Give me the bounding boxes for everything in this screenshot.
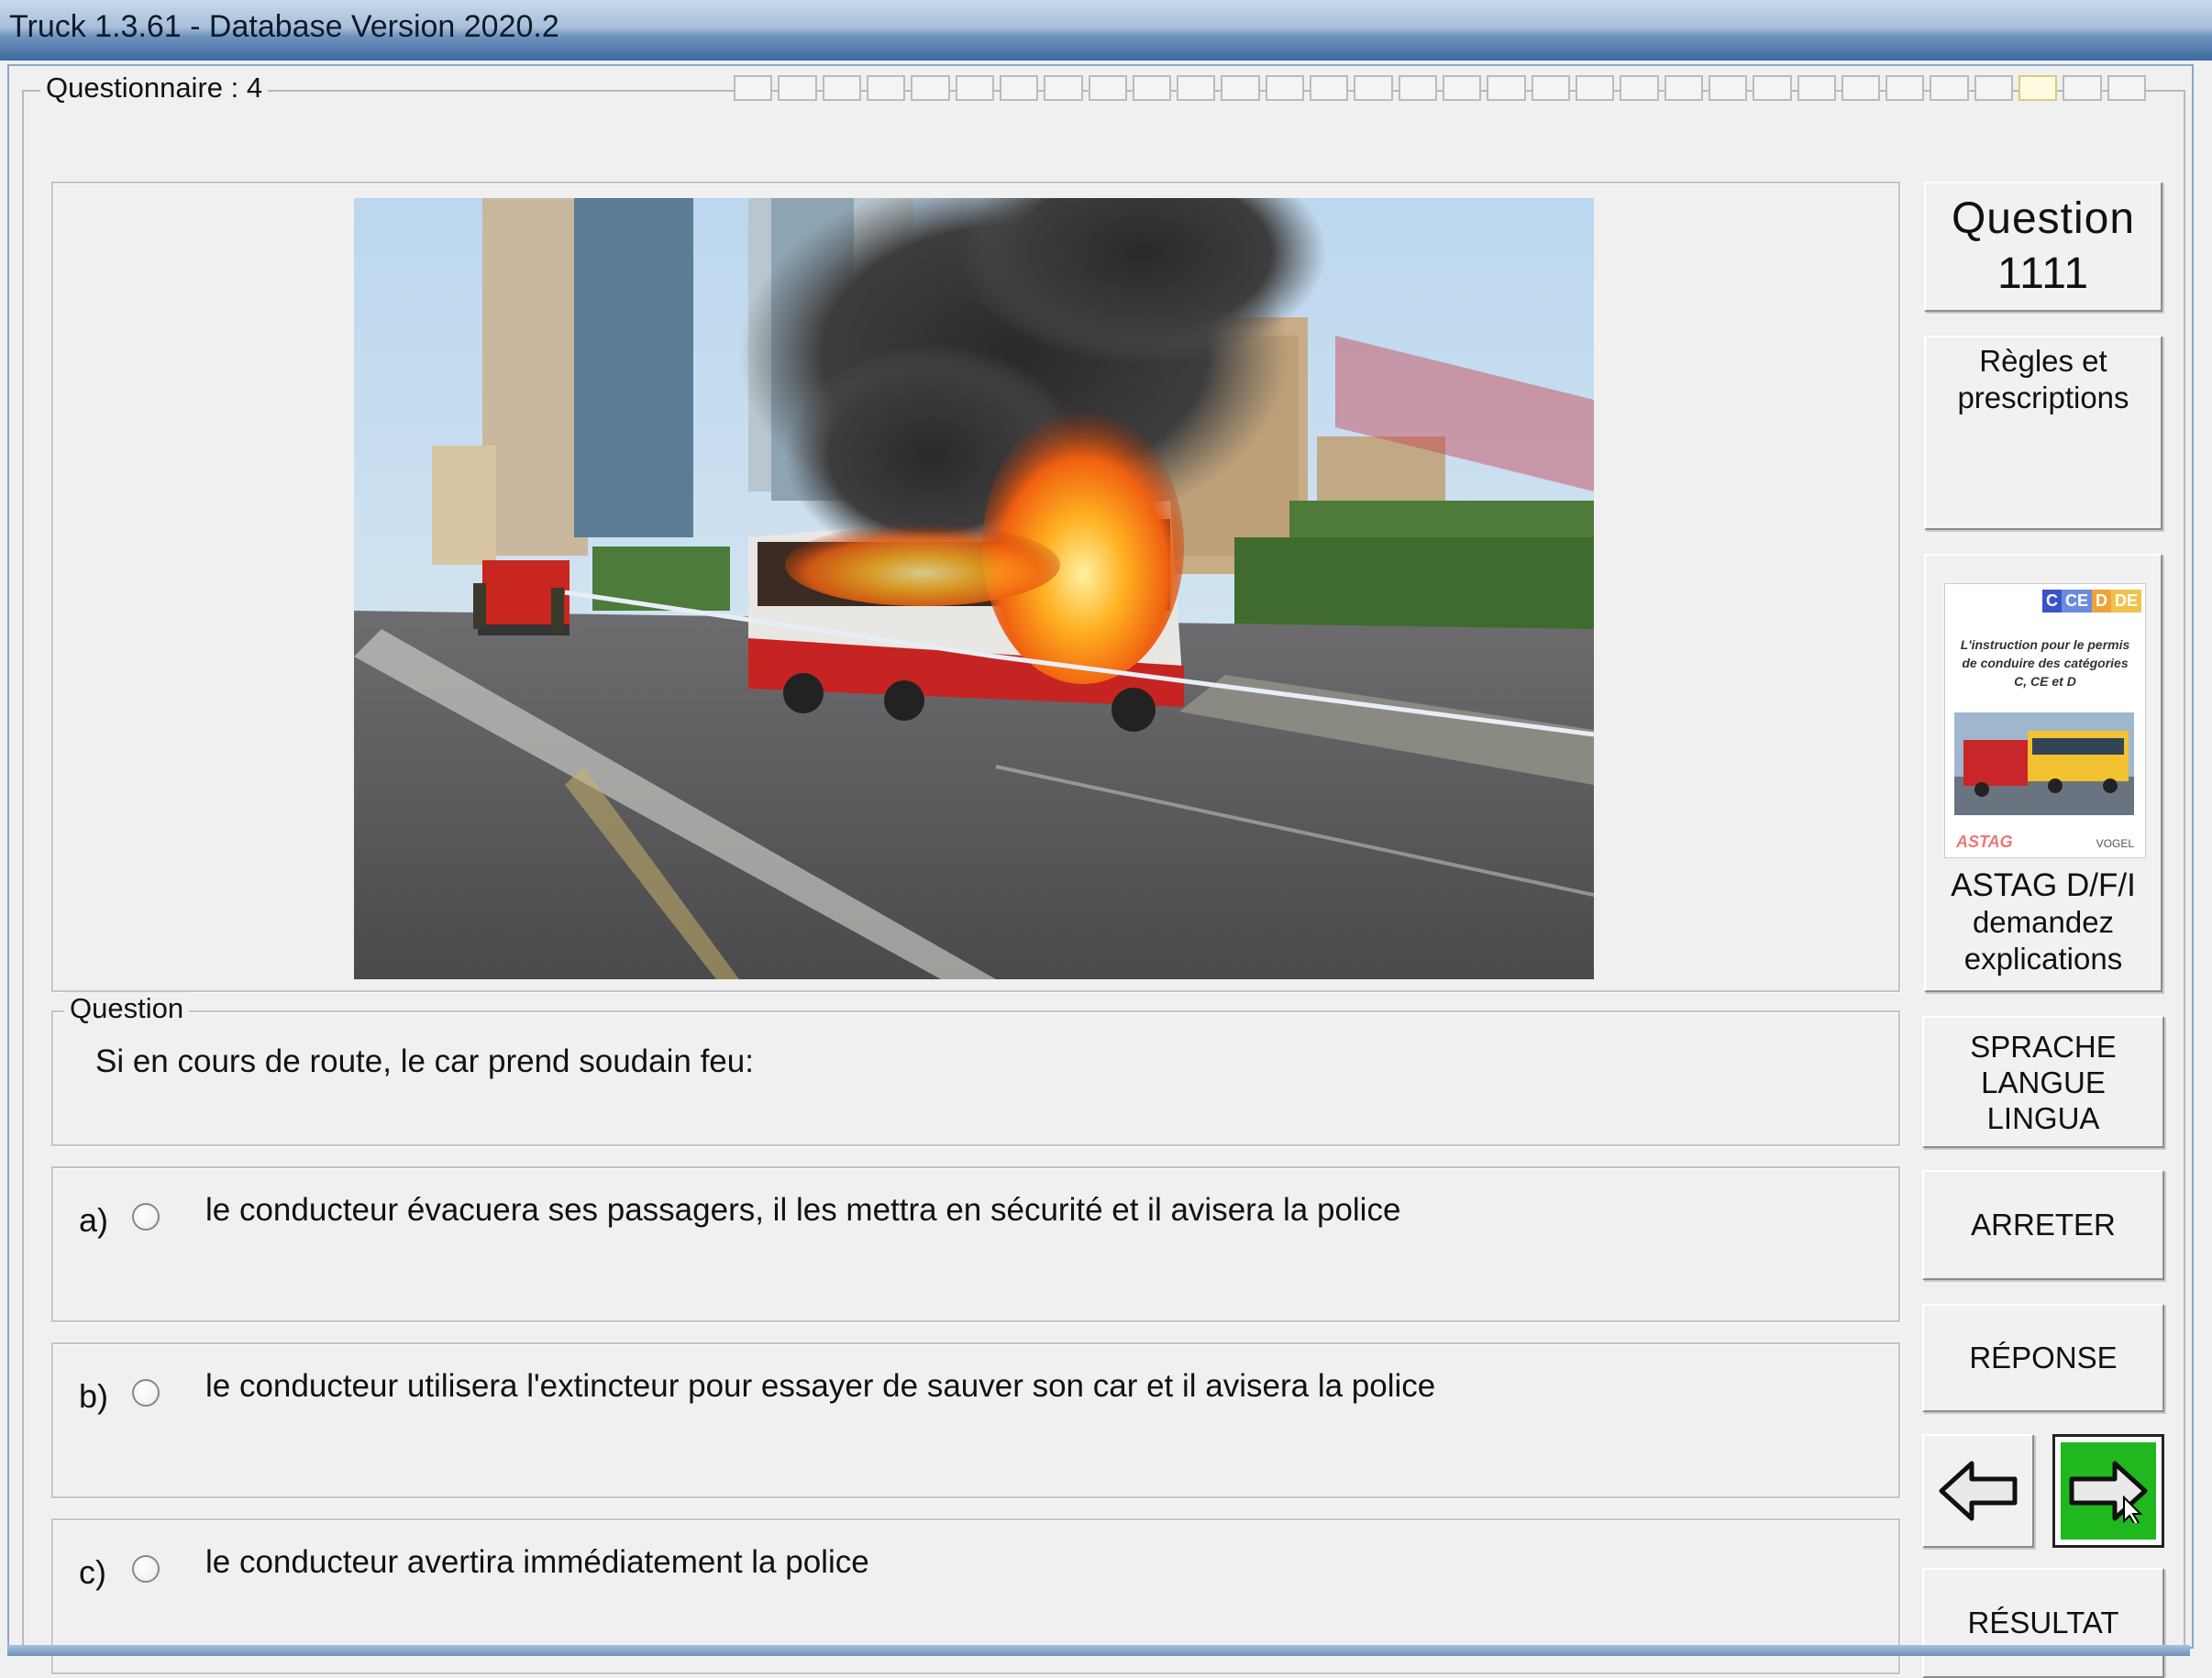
progress-segment	[1841, 75, 1881, 101]
stop-button-label: ARRETER	[1971, 1208, 2116, 1242]
progress-segment	[1088, 75, 1127, 101]
badge: D	[2091, 590, 2111, 613]
progress-segment	[1221, 75, 1260, 101]
progress-segment	[1265, 75, 1305, 101]
astag-book-link[interactable]: C CE D DE L'instruction pour le permis d…	[1924, 554, 2162, 992]
astag-logo: ASTAG	[1956, 833, 2013, 851]
answer-letter: c)	[79, 1553, 106, 1591]
progress-segment	[2018, 75, 2058, 101]
answer-b-radio[interactable]	[132, 1379, 160, 1407]
progress-segment	[1531, 75, 1570, 101]
main-window: Questionnaire : 4 Si en cours de route, …	[7, 64, 2194, 1678]
progress-segment	[1620, 75, 1659, 101]
truck-bus-illustration	[1954, 712, 2134, 815]
previous-question-button[interactable]	[1922, 1434, 2034, 1548]
progress-segment	[2063, 75, 2102, 101]
arrow-right-icon	[2069, 1461, 2148, 1523]
question-text: Si en cours de route, le car prend souda…	[95, 1043, 754, 1079]
language-button-label: SPRACHE LANGUE LINGUA	[1970, 1029, 2117, 1135]
badge: C	[2041, 590, 2062, 613]
answer-option-b[interactable]: b) le conducteur utilisera l'extincteur …	[51, 1342, 1900, 1498]
window-bottom-border	[7, 1645, 2190, 1656]
window-title: Truck 1.3.61 - Database Version 2020.2	[9, 9, 559, 44]
answer-a-radio[interactable]	[132, 1203, 160, 1231]
answer-letter: b)	[79, 1377, 109, 1415]
progress-segment	[822, 75, 861, 101]
answer-option-a[interactable]: a) le conducteur évacuera ses passagers,…	[51, 1166, 1900, 1322]
progress-segment	[866, 75, 906, 101]
vogel-logo: VOGEL	[2096, 837, 2134, 850]
progress-segment	[1177, 75, 1216, 101]
show-answer-button[interactable]: RÉPONSE	[1922, 1304, 2164, 1412]
question-number-label: Question	[1951, 194, 2136, 243]
bus-fire-photo	[354, 198, 1594, 979]
progress-segment	[1354, 75, 1393, 101]
progress-segment	[911, 75, 950, 101]
book-caption-title: ASTAG D/F/I	[1951, 867, 2136, 903]
answer-text[interactable]: le conducteur utilisera l'extincteur pou…	[205, 1368, 1435, 1405]
progress-segment	[1310, 75, 1349, 101]
question-progress-bar	[734, 75, 2146, 103]
book-cover-image: C CE D DE L'instruction pour le permis d…	[1944, 583, 2146, 858]
question-category-box: Règles et prescriptions	[1924, 336, 2162, 530]
arrow-left-icon	[1939, 1461, 2018, 1521]
question-section-label: Question	[64, 992, 190, 1025]
progress-segment	[955, 75, 994, 101]
progress-segment	[1132, 75, 1172, 101]
question-category: Règles et prescriptions	[1957, 344, 2129, 414]
answer-c-radio[interactable]	[132, 1555, 160, 1583]
language-button[interactable]: SPRACHE LANGUE LINGUA	[1922, 1016, 2164, 1148]
progress-segment	[1797, 75, 1836, 101]
question-number: 1111	[1996, 249, 2090, 298]
progress-segment	[1974, 75, 2014, 101]
progress-segment	[1930, 75, 1969, 101]
progress-segment	[999, 75, 1039, 101]
next-button-face	[2061, 1442, 2156, 1540]
progress-segment	[1753, 75, 1792, 101]
question-number-box: Question 1111	[1924, 182, 2162, 312]
progress-segment	[734, 75, 773, 101]
answer-text[interactable]: le conducteur avertira immédiatement la …	[205, 1544, 869, 1581]
badge: CE	[2061, 590, 2092, 613]
answer-text[interactable]: le conducteur évacuera ses passagers, il…	[205, 1192, 1400, 1229]
result-button-label: RÉSULTAT	[1967, 1606, 2119, 1639]
result-button[interactable]: RÉSULTAT	[1922, 1568, 2164, 1678]
progress-segment	[1398, 75, 1437, 101]
progress-segment	[1044, 75, 1083, 101]
category-badges: C CE D DE	[2041, 590, 2141, 613]
progress-segment	[778, 75, 817, 101]
progress-segment	[1575, 75, 1615, 101]
progress-segment	[1886, 75, 1925, 101]
progress-segment	[1443, 75, 1482, 101]
stop-button[interactable]: ARRETER	[1922, 1170, 2164, 1280]
question-photo	[354, 198, 1594, 979]
title-bar: Truck 1.3.61 - Database Version 2020.2	[0, 0, 2212, 61]
next-question-button[interactable]	[2052, 1434, 2164, 1548]
progress-segment	[2107, 75, 2146, 101]
progress-segment	[1487, 75, 1526, 101]
question-panel: Si en cours de route, le car prend souda…	[51, 1010, 1900, 1146]
show-answer-button-label: RÉPONSE	[1969, 1341, 2118, 1374]
progress-segment	[1664, 75, 1703, 101]
book-cover-text: L'instruction pour le permis de conduire…	[1960, 637, 2130, 689]
badge: DE	[2110, 590, 2141, 613]
book-caption-sub: demandez explications	[1963, 905, 2123, 976]
answer-letter: a)	[79, 1201, 109, 1239]
questionnaire-label: Questionnaire : 4	[40, 72, 269, 105]
progress-segment	[1708, 75, 1748, 101]
book-caption: ASTAG D/F/I demandez explications	[1926, 867, 2161, 977]
